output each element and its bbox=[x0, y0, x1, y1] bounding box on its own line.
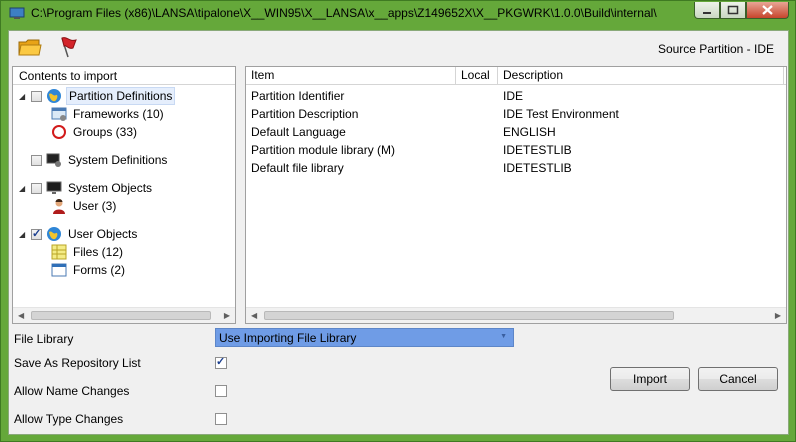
file-library-value: Use Importing File Library bbox=[219, 331, 357, 345]
contents-tree-panel: Contents to import ◢ Partition Definitio… bbox=[12, 66, 236, 324]
import-dialog-window: C:\Program Files (x86)\LANSA\tipalone\X_… bbox=[0, 0, 796, 442]
tree-label: User Objects bbox=[68, 227, 138, 241]
tree-header-label: Contents to import bbox=[19, 69, 118, 83]
close-icon bbox=[762, 5, 773, 15]
window-controls bbox=[694, 2, 789, 20]
scrollbar-thumb[interactable] bbox=[264, 311, 674, 320]
system-definitions-checkbox[interactable] bbox=[31, 154, 42, 166]
collapse-triangle-icon[interactable]: ◢ bbox=[19, 184, 28, 193]
file-grid-icon bbox=[51, 244, 67, 260]
item-cell: Default file library bbox=[251, 161, 344, 175]
scroll-right-arrow-icon[interactable]: ▶ bbox=[775, 311, 781, 320]
partition-definitions-checkbox[interactable] bbox=[31, 90, 42, 102]
tree-item-files[interactable]: Files (12) bbox=[51, 243, 125, 261]
allow-name-changes-checkbox[interactable] bbox=[215, 385, 227, 397]
collapse-triangle-icon[interactable]: ◢ bbox=[19, 92, 28, 101]
import-button[interactable]: Import bbox=[610, 367, 690, 391]
source-partition-label: Source Partition - IDE bbox=[657, 42, 774, 56]
item-cell: Partition Identifier bbox=[251, 89, 345, 103]
tree-header: Contents to import bbox=[13, 67, 235, 85]
description-cell: IDE bbox=[503, 89, 524, 103]
scroll-left-arrow-icon[interactable]: ◀ bbox=[251, 311, 257, 320]
folder-icon[interactable] bbox=[17, 35, 43, 59]
toolbar: Source Partition - IDE bbox=[9, 31, 788, 65]
maximize-icon bbox=[727, 5, 739, 15]
framework-icon bbox=[51, 107, 67, 121]
description-cell: IDETESTLIB bbox=[503, 161, 572, 175]
tree-item-system-objects[interactable]: ◢ System Objects bbox=[19, 179, 154, 197]
list-horizontal-scrollbar[interactable]: ◀ ▶ bbox=[246, 307, 786, 323]
file-library-dropdown[interactable]: Use Importing File Library ▼ bbox=[215, 328, 514, 347]
scroll-left-arrow-icon[interactable]: ◀ bbox=[18, 311, 24, 320]
system-objects-checkbox[interactable] bbox=[31, 182, 42, 194]
tree-label: Forms (2) bbox=[73, 263, 125, 277]
item-cell: Partition module library (M) bbox=[251, 143, 396, 157]
app-monitor-icon bbox=[9, 7, 25, 19]
description-cell: ENGLISH bbox=[503, 125, 556, 139]
table-row[interactable]: Partition Description IDE Test Environme… bbox=[246, 105, 786, 123]
tree-item-user-objects[interactable]: ◢ User Objects bbox=[19, 225, 139, 243]
minimize-button[interactable] bbox=[694, 2, 720, 19]
column-header-item[interactable]: Item bbox=[246, 67, 456, 85]
description-cell: IDE Test Environment bbox=[503, 107, 619, 121]
file-library-label: File Library bbox=[14, 332, 74, 346]
tree-item-partition-definitions[interactable]: ◢ Partition Definitions bbox=[19, 87, 176, 105]
minimize-icon bbox=[703, 12, 711, 14]
tree-label: Files (12) bbox=[73, 245, 124, 259]
tree-label: Groups (33) bbox=[73, 125, 138, 139]
tree-horizontal-scrollbar[interactable]: ◀ ▶ bbox=[13, 307, 235, 323]
column-header-description[interactable]: Description bbox=[498, 67, 784, 85]
close-button[interactable] bbox=[746, 2, 789, 19]
description-cell: IDETESTLIB bbox=[503, 143, 572, 157]
window-title: C:\Program Files (x86)\LANSA\tipalone\X_… bbox=[31, 6, 657, 20]
allow-type-changes-label: Allow Type Changes bbox=[14, 412, 124, 426]
globe-icon bbox=[47, 89, 61, 103]
red-flag-icon[interactable] bbox=[56, 35, 82, 59]
save-as-repository-checkbox[interactable] bbox=[215, 355, 227, 369]
user-icon bbox=[53, 199, 65, 214]
group-ring-icon bbox=[52, 125, 66, 139]
scroll-right-arrow-icon[interactable]: ▶ bbox=[224, 311, 230, 320]
table-row[interactable]: Partition module library (M) IDETESTLIB bbox=[246, 141, 786, 159]
tree-item-user[interactable]: User (3) bbox=[51, 197, 118, 215]
tree-item-system-definitions[interactable]: System Definitions bbox=[31, 151, 169, 169]
dialog-client-area: Source Partition - IDE Contents to impor… bbox=[8, 30, 789, 435]
collapse-triangle-icon[interactable]: ◢ bbox=[19, 230, 28, 239]
table-row[interactable]: Default file library IDETESTLIB bbox=[246, 159, 786, 177]
list-header-row: Item Local Description bbox=[246, 67, 786, 85]
tree-label: User (3) bbox=[73, 199, 117, 213]
form-icon bbox=[51, 263, 67, 277]
tree-label: System Definitions bbox=[68, 153, 168, 167]
tree-item-frameworks[interactable]: Frameworks (10) bbox=[51, 105, 166, 123]
globe-icon bbox=[47, 227, 61, 241]
user-objects-checkbox[interactable] bbox=[31, 227, 42, 240]
allow-type-changes-checkbox[interactable] bbox=[215, 413, 227, 425]
tree-item-forms[interactable]: Forms (2) bbox=[51, 261, 127, 279]
scrollbar-thumb[interactable] bbox=[31, 311, 211, 320]
item-cell: Default Language bbox=[251, 125, 346, 139]
title-bar[interactable]: C:\Program Files (x86)\LANSA\tipalone\X_… bbox=[1, 1, 795, 27]
item-cell: Partition Description bbox=[251, 107, 359, 121]
column-header-local[interactable]: Local bbox=[456, 67, 498, 85]
table-row[interactable]: Default Language ENGLISH bbox=[246, 123, 786, 141]
allow-name-changes-label: Allow Name Changes bbox=[14, 384, 130, 398]
monitor-icon bbox=[46, 181, 62, 194]
table-row[interactable]: Partition Identifier IDE bbox=[246, 87, 786, 105]
details-list-panel: Item Local Description Partition Identif… bbox=[245, 66, 787, 324]
computer-gear-icon bbox=[46, 153, 61, 167]
tree-item-groups[interactable]: Groups (33) bbox=[51, 123, 139, 141]
tree-label: Partition Definitions bbox=[66, 87, 176, 105]
cancel-button[interactable]: Cancel bbox=[698, 367, 778, 391]
tree-label: System Objects bbox=[68, 181, 153, 195]
chevron-down-icon: ▼ bbox=[500, 333, 507, 340]
tree-label: Frameworks (10) bbox=[73, 107, 164, 121]
save-as-repository-label: Save As Repository List bbox=[14, 356, 141, 370]
maximize-button[interactable] bbox=[720, 2, 746, 19]
